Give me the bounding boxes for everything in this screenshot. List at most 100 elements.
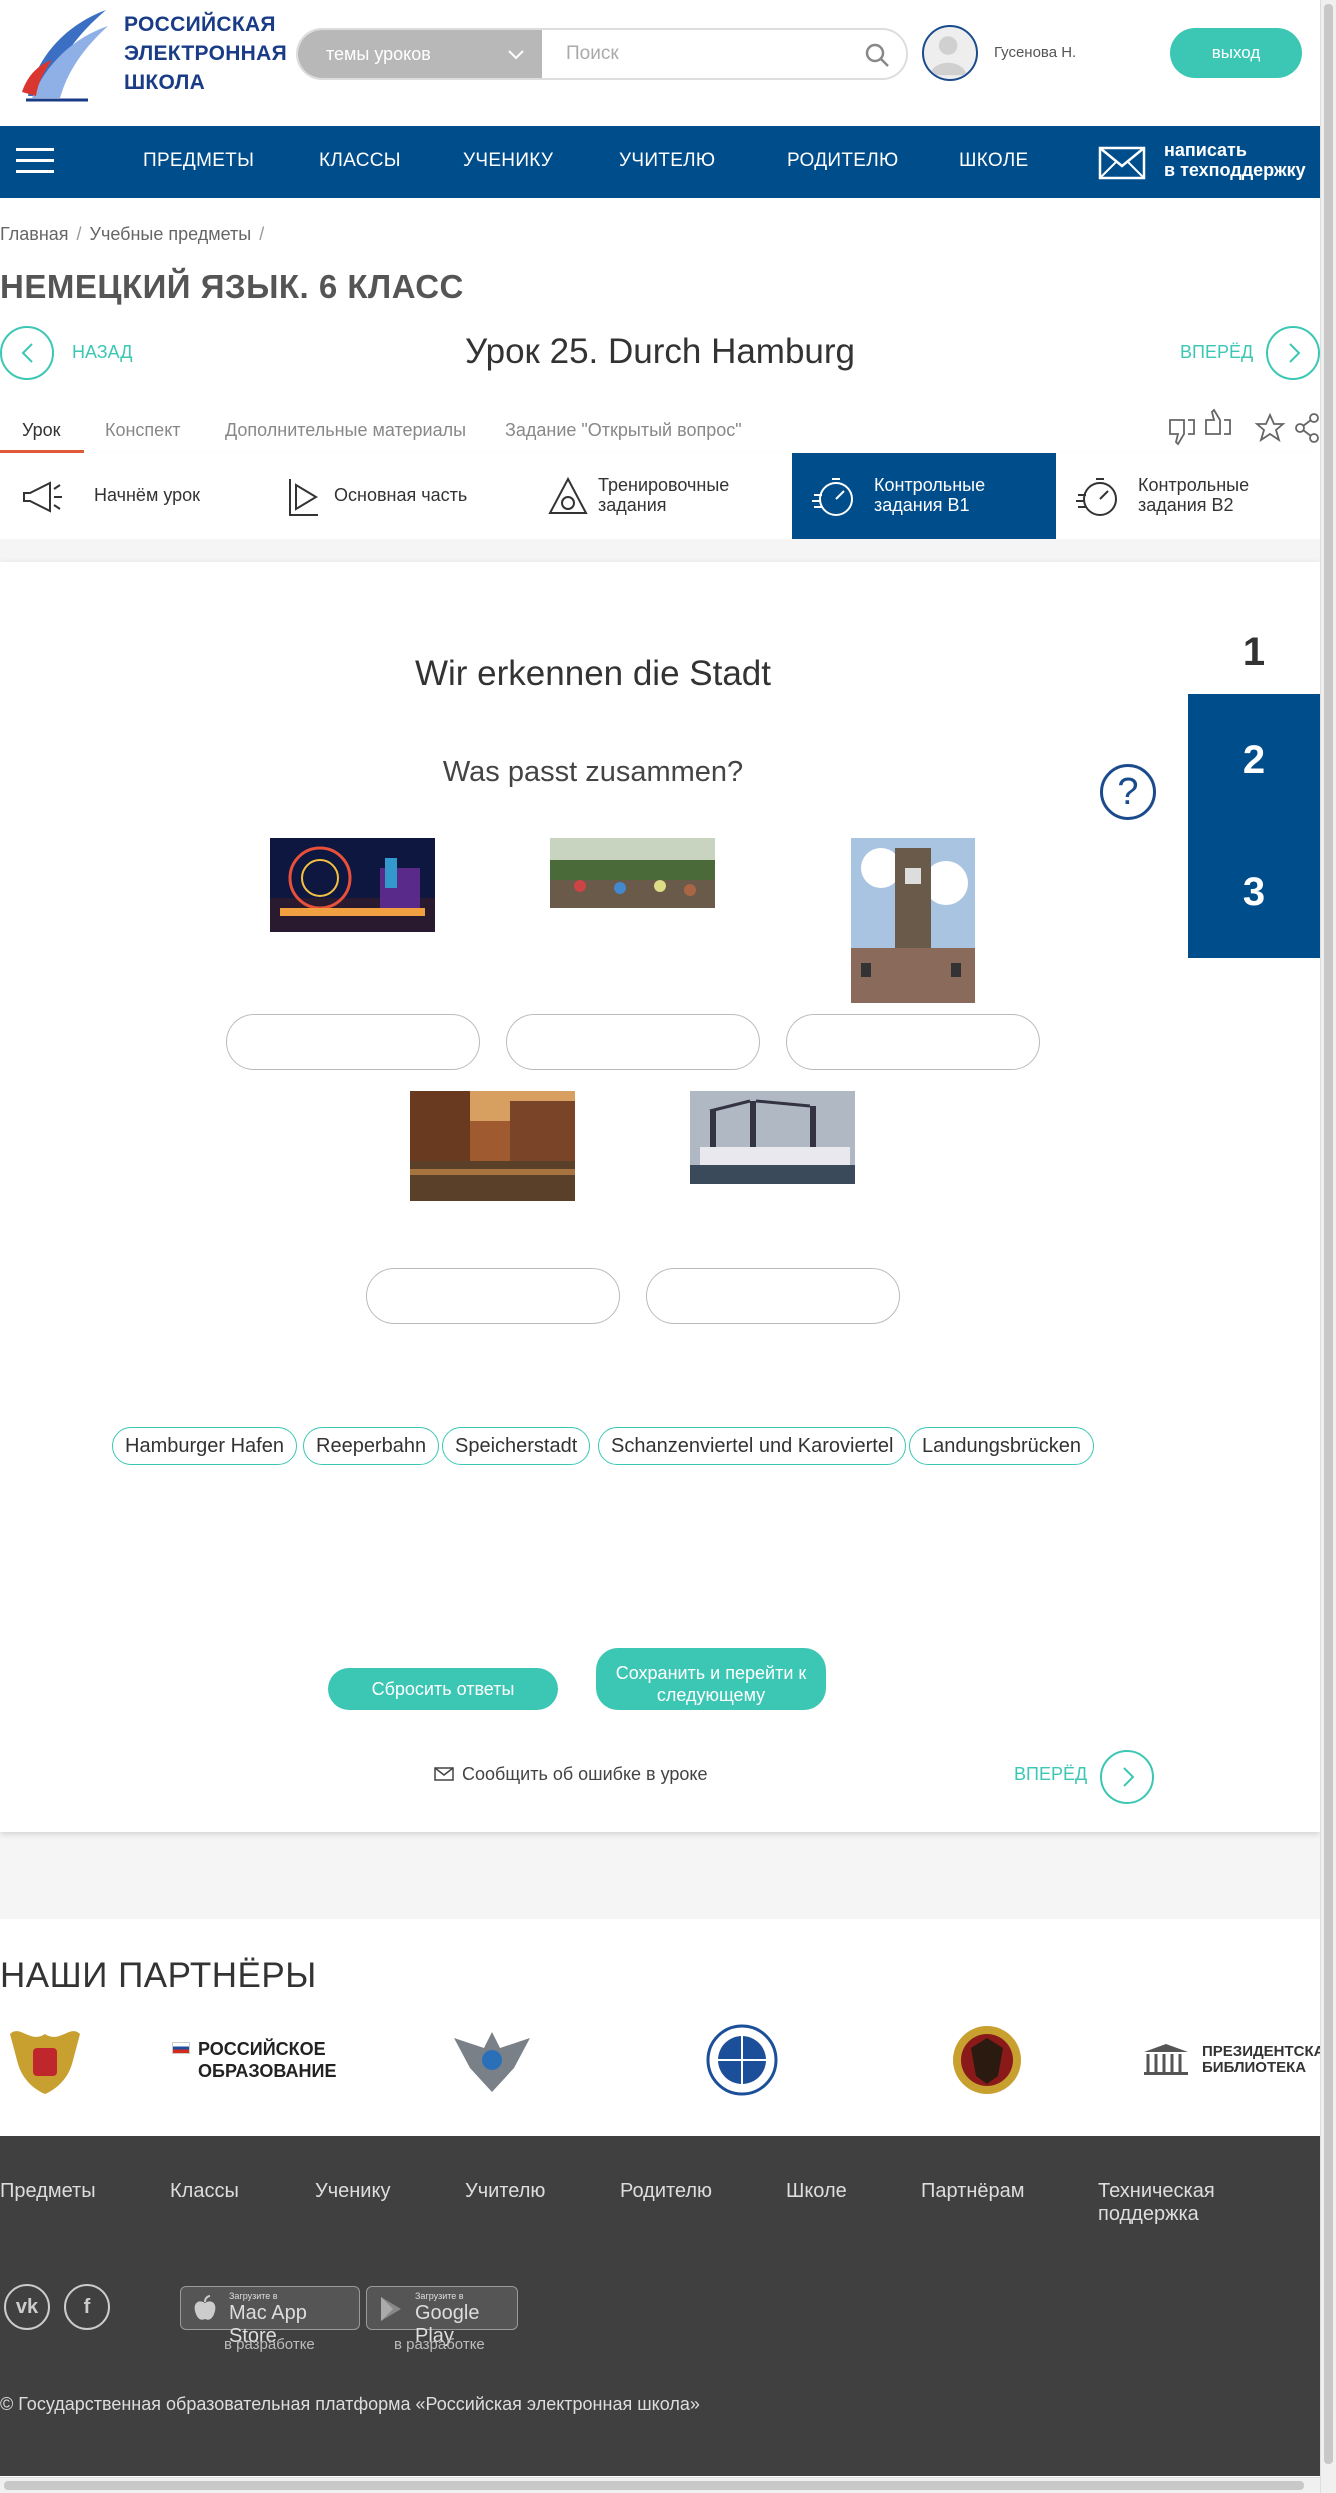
photo-schanzenviertel — [550, 838, 715, 908]
drop-slot-3[interactable] — [786, 1014, 1040, 1070]
answer-chip-hamburger-hafen[interactable]: Hamburger Hafen — [112, 1427, 297, 1465]
stopwatch-icon — [812, 478, 853, 516]
nav-item-subjects[interactable]: ПРЕДМЕТЫ — [143, 150, 254, 172]
answer-chip-reeperbahn[interactable]: Reeperbahn — [303, 1427, 440, 1465]
page-3[interactable]: 3 — [1188, 826, 1320, 958]
step-training[interactable]: Тренировочные задания — [528, 453, 792, 539]
photo-landungsbruecken — [851, 838, 975, 1003]
historical-society-icon[interactable] — [946, 2024, 1028, 2096]
training-icon — [548, 476, 588, 514]
bottom-forward-button[interactable] — [1100, 1750, 1154, 1804]
envelope-icon — [434, 1767, 454, 1781]
breadcrumb-subjects[interactable]: Учебные предметы — [90, 224, 252, 244]
lesson-steps: Начнём урок Основная часть Тренировочные… — [0, 453, 1320, 539]
breadcrumb: Главная / Учебные предметы / — [0, 224, 265, 244]
answer-chip-speicherstadt[interactable]: Speicherstadt — [442, 1427, 591, 1465]
footer-link-student[interactable]: Ученику — [315, 2180, 390, 2203]
copyright: © Государственная образовательная платфо… — [0, 2394, 700, 2414]
breadcrumb-home[interactable]: Главная — [0, 224, 69, 244]
step-start[interactable]: Начнём урок — [0, 453, 264, 539]
task-card — [0, 562, 1320, 1832]
save-next-button[interactable]: Сохранить и перейти к следующему — [596, 1648, 826, 1710]
nav-item-teacher[interactable]: УЧИТЕЛЮ — [619, 150, 715, 172]
search-icon[interactable] — [864, 42, 890, 68]
user-name[interactable]: Гусенова Н. — [994, 44, 1076, 61]
step-control-b2[interactable]: Контрольные задания B2 — [1056, 453, 1320, 539]
task-subtitle: Was passt zusammen? — [442, 756, 744, 788]
library-icon — [1144, 2044, 1188, 2075]
forward-button[interactable] — [1266, 326, 1320, 380]
reset-answers-button[interactable]: Сбросить ответы — [328, 1668, 558, 1710]
footer-link-partners[interactable]: Партнёрам — [921, 2180, 1025, 2203]
like-icon[interactable] — [1202, 406, 1234, 438]
resh-logo-icon[interactable] — [18, 4, 113, 106]
step-control-b1[interactable]: Контрольные задания B1 — [792, 453, 1056, 539]
star-icon[interactable] — [1254, 412, 1286, 444]
google-play-button[interactable]: Загрузите в Google Play — [366, 2286, 518, 2347]
partner-russian-education[interactable]: РОССИЙСКОЕ ОБРАЗОВАНИЕ — [170, 2024, 336, 2096]
search-input[interactable] — [542, 30, 906, 78]
logo-text[interactable]: РОССИЙСКАЯ ЭЛЕКТРОННАЯ ШКОЛА — [124, 10, 287, 97]
chevron-right-icon — [1123, 1767, 1135, 1787]
tab-open-question[interactable]: Задание "Открытый вопрос" — [505, 420, 742, 441]
nav-item-parent[interactable]: РОДИТЕЛЮ — [787, 150, 898, 172]
megaphone-icon — [23, 481, 62, 513]
play-icon — [289, 479, 318, 516]
facebook-icon[interactable]: f — [64, 2284, 110, 2330]
main-nav: ПРЕДМЕТЫ КЛАССЫ УЧЕНИКУ УЧИТЕЛЮ РОДИТЕЛЮ… — [0, 126, 1320, 198]
vk-icon[interactable]: vk — [4, 2284, 50, 2330]
geographic-society-icon[interactable] — [698, 2024, 786, 2096]
ministry-emblem-icon[interactable] — [444, 2024, 540, 2096]
nav-item-student[interactable]: УЧЕНИКУ — [463, 150, 553, 172]
footer-link-school[interactable]: Школе — [786, 2180, 847, 2203]
footer-link-classes[interactable]: Классы — [170, 2180, 239, 2203]
flag-icon — [172, 2042, 190, 2054]
vertical-scrollbar[interactable] — [1320, 0, 1336, 2493]
chevron-right-icon — [1289, 343, 1301, 363]
help-icon[interactable]: ? — [1100, 764, 1156, 820]
tab-lesson[interactable]: Урок — [22, 420, 61, 441]
drop-slot-2[interactable] — [506, 1014, 760, 1070]
dislike-icon[interactable] — [1166, 416, 1198, 448]
lesson-tabs: Урок Конспект Дополнительные материалы З… — [0, 408, 1320, 454]
coat-of-arms-icon[interactable] — [0, 2024, 90, 2096]
drop-slot-1[interactable] — [226, 1014, 480, 1070]
footer-link-parent[interactable]: Родителю — [620, 2180, 712, 2203]
nav-item-classes[interactable]: КЛАССЫ — [319, 150, 401, 172]
step-main[interactable]: Основная часть — [264, 453, 528, 539]
mac-app-store-button[interactable]: Загрузите в Mac App Store — [180, 2286, 360, 2347]
answer-chip-schanzenviertel[interactable]: Schanzenviertel und Karoviertel — [598, 1427, 907, 1465]
gplay-status: в разработке — [394, 2336, 485, 2353]
report-error-link[interactable]: Сообщить об ошибке в уроке — [434, 1764, 708, 1785]
footer-link-subjects[interactable]: Предметы — [0, 2180, 96, 2203]
photo-hamburger-hafen — [690, 1091, 855, 1184]
bottom-forward-link[interactable]: ВПЕРЁД — [1014, 1764, 1087, 1785]
share-icon[interactable] — [1294, 412, 1320, 444]
drop-slot-4[interactable] — [366, 1268, 620, 1324]
horizontal-scrollbar[interactable] — [0, 2477, 1320, 2493]
topic-select[interactable]: темы уроков — [298, 30, 542, 78]
footer-link-support[interactable]: Техническая поддержка — [1098, 2180, 1320, 2226]
course-title: НЕМЕЦКИЙ ЯЗЫК. 6 КЛАСС — [0, 268, 464, 305]
photo-speicherstadt — [410, 1091, 575, 1201]
drop-slot-5[interactable] — [646, 1268, 900, 1324]
stopwatch-icon — [1076, 478, 1117, 516]
tab-extra-materials[interactable]: Дополнительные материалы — [225, 420, 466, 441]
nav-item-school[interactable]: ШКОЛЕ — [959, 150, 1028, 172]
chevron-down-icon — [508, 50, 524, 60]
menu-icon[interactable] — [16, 148, 54, 176]
answer-chip-landungsbruecken[interactable]: Landungsbrücken — [909, 1427, 1095, 1465]
avatar[interactable] — [922, 25, 978, 81]
footer-link-teacher[interactable]: Учителю — [465, 2180, 545, 2203]
logout-button[interactable]: выход — [1170, 28, 1302, 78]
forward-link[interactable]: ВПЕРЁД — [1180, 342, 1253, 363]
tab-summary[interactable]: Конспект — [105, 420, 181, 441]
site-footer: Предметы Классы Ученику Учителю Родителю… — [0, 2136, 1320, 2476]
page-2[interactable]: 2 — [1188, 694, 1320, 826]
partners-title: НАШИ ПАРТНЁРЫ — [0, 1956, 317, 1995]
google-play-icon — [381, 2297, 401, 2321]
apple-icon — [194, 2295, 216, 2320]
task-title: Wir erkennen die Stadt — [414, 654, 771, 693]
presidential-library[interactable]: ПРЕЗИДЕНТСКАЯ БИБЛИОТЕКА — [1142, 2024, 1335, 2096]
search-bar: темы уроков — [296, 28, 908, 80]
